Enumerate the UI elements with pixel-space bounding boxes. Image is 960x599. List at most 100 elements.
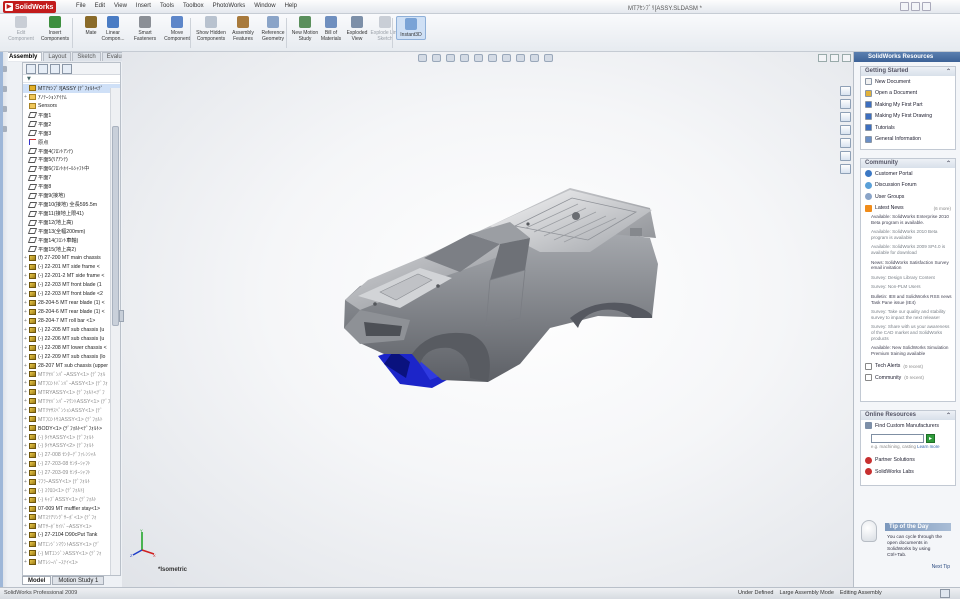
news-item[interactable]: Survey: Share with us your awareness of … bbox=[871, 324, 952, 341]
tree-item[interactable]: Sensors bbox=[23, 102, 120, 111]
find-manufacturers-item[interactable]: Find Custom Manufacturers bbox=[861, 420, 955, 432]
tree-item[interactable]: + (-) ﾀｲﾔASSY<2> (ﾃﾞﾌｫﾙﾄ bbox=[23, 442, 120, 451]
tab-layout[interactable]: Layout bbox=[43, 52, 72, 61]
tree-item[interactable]: 平面4(ﾌﾛﾝﾄｱﾝﾃ) bbox=[23, 147, 120, 156]
display-style-icon[interactable] bbox=[488, 54, 497, 62]
menu-tools[interactable]: Tools bbox=[160, 3, 174, 9]
tree-item[interactable]: 平面11(接地上限41) bbox=[23, 209, 120, 218]
tool-insert-components[interactable]: Insert Components bbox=[40, 16, 70, 42]
section-header[interactable]: Community ⌃ bbox=[861, 159, 955, 168]
tree-filter[interactable]: ▼ bbox=[23, 75, 120, 83]
expand-toggle-icon[interactable]: + bbox=[23, 300, 28, 306]
view-palette-icon[interactable] bbox=[840, 138, 851, 148]
community-news-item[interactable]: Community (0 recent) bbox=[861, 372, 955, 384]
getting-started-making-my-first-part[interactable]: Making My First Part bbox=[861, 99, 955, 111]
file-explorer-icon[interactable] bbox=[840, 112, 851, 122]
tree-item[interactable]: 平面10(接地) 全長595.5m bbox=[23, 200, 120, 209]
tree-item[interactable]: + MTｻｰﾎﾞｾｲﾊﾞｰASSY<1> bbox=[23, 522, 120, 531]
section-header[interactable]: Getting Started ⌃ bbox=[861, 67, 955, 76]
tree-item[interactable]: + (-) 22-201 MT side frame < bbox=[23, 263, 120, 272]
community-user-groups[interactable]: User Groups bbox=[861, 191, 955, 203]
solidworks-logo[interactable]: ▶ SolidWorks bbox=[3, 1, 57, 13]
menu-photoworks[interactable]: PhotoWorks bbox=[213, 3, 246, 9]
panel-splitter[interactable] bbox=[119, 310, 124, 322]
apply-scene-icon[interactable] bbox=[530, 54, 539, 62]
zoom-area-icon[interactable] bbox=[432, 54, 441, 62]
expand-toggle-icon[interactable]: + bbox=[23, 506, 28, 512]
section-view-icon[interactable] bbox=[460, 54, 469, 62]
expand-toggle-icon[interactable]: + bbox=[23, 380, 28, 386]
partner-solutions-item[interactable]: Partner Solutions bbox=[861, 455, 955, 467]
feature-tree-tab-icon[interactable] bbox=[26, 64, 36, 74]
expand-toggle-icon[interactable]: + bbox=[23, 398, 28, 404]
expand-toggle-icon[interactable]: + bbox=[23, 273, 28, 279]
expand-toggle-icon[interactable]: + bbox=[23, 282, 28, 288]
tree-item[interactable]: + (f) 27-200 MT main chassis bbox=[23, 254, 120, 263]
expand-toggle-icon[interactable]: + bbox=[23, 488, 28, 494]
tool-linear-compon[interactable]: Linear Compon... bbox=[98, 16, 128, 42]
tree-item[interactable]: + MTﾚｼｰﾊﾞｰｽﾃｲ<1> bbox=[23, 558, 120, 567]
expand-toggle-icon[interactable]: + bbox=[23, 541, 28, 547]
tree-item[interactable]: + MTｽﾃｱﾘﾝｸﾞｻｰﾎﾞ<1> (ﾃﾞﾌｫ bbox=[23, 513, 120, 522]
getting-started-tutorials[interactable]: Tutorials bbox=[861, 122, 955, 134]
tree-item[interactable]: + MTｴﾝｼﾞﾝﾏｳﾝﾄASSY<1> (ﾃﾞ bbox=[23, 540, 120, 549]
tree-item[interactable]: + (-) 27-2104 D90cPut Tank bbox=[23, 531, 120, 540]
expand-toggle-icon[interactable]: + bbox=[23, 291, 28, 297]
tree-item[interactable]: + ﾏﾌﾗｰASSY<1> (ﾃﾞﾌｫﾙﾄ bbox=[23, 477, 120, 486]
expand-toggle-icon[interactable]: + bbox=[23, 371, 28, 377]
tab-motion-study-1[interactable]: Motion Study 1 bbox=[52, 576, 105, 585]
tree-item[interactable]: 原点 bbox=[23, 138, 120, 147]
view-settings-icon[interactable] bbox=[544, 54, 553, 62]
collapse-icon[interactable]: ⌃ bbox=[946, 412, 951, 419]
tab-model[interactable]: Model bbox=[22, 576, 52, 585]
tree-item[interactable]: +28-207 MT sub chassis (upper bbox=[23, 361, 120, 370]
expand-toggle-icon[interactable]: + bbox=[23, 416, 28, 422]
menu-help[interactable]: Help bbox=[285, 3, 297, 9]
tool-smart-fasteners[interactable]: Smart Fasteners bbox=[130, 16, 160, 42]
news-item[interactable]: Available: SolidWorks 2010 Beta program … bbox=[871, 229, 952, 240]
menu-insert[interactable]: Insert bbox=[136, 3, 151, 9]
search-icon[interactable] bbox=[840, 125, 851, 135]
tool-assembly-features[interactable]: Assembly Features bbox=[228, 16, 258, 42]
news-item[interactable]: Available: SolidWorks Enterprise 2010 Be… bbox=[871, 214, 952, 225]
tree-item[interactable]: MTｱｾﾝﾌﾞﾘ[ASSY (ﾃﾞﾌｫﾙﾄ<ﾃﾞ bbox=[23, 84, 120, 93]
tree-item[interactable]: + MTﾘﾔﾊﾞﾝﾊﾟｰASSY<1> (ﾃﾞﾌｫﾙ bbox=[23, 370, 120, 379]
search-go-button[interactable]: ▸ bbox=[926, 433, 935, 443]
expand-toggle-icon[interactable]: + bbox=[23, 336, 28, 342]
help-icon[interactable] bbox=[940, 589, 950, 598]
expand-toggle-icon[interactable]: + bbox=[23, 434, 28, 440]
tree-item[interactable]: + (-) 22-205 MT sub chassis (u bbox=[23, 325, 120, 334]
expand-toggle-icon[interactable]: + bbox=[23, 264, 28, 270]
getting-started-making-my-first-drawing[interactable]: Making My First Drawing bbox=[861, 111, 955, 123]
tree-item[interactable]: +07-009 MT muffler stay<1> bbox=[23, 504, 120, 513]
viewport-close-icon[interactable] bbox=[842, 54, 851, 62]
expand-toggle-icon[interactable]: + bbox=[23, 407, 28, 413]
expand-toggle-icon[interactable]: + bbox=[23, 443, 28, 449]
tree-item[interactable]: + (-) 22-208 MT lower chassis < bbox=[23, 343, 120, 352]
tree-item[interactable]: 平面15(地上高2) bbox=[23, 245, 120, 254]
tree-item[interactable]: + (-) 22-203 MT front blade (1 bbox=[23, 281, 120, 290]
previous-view-icon[interactable] bbox=[446, 54, 455, 62]
tree-item[interactable]: + (-) 27-203-09 ｾﾝﾀｰｼｬﾌﾄ bbox=[23, 468, 120, 477]
solidworks-resources-icon[interactable] bbox=[840, 86, 851, 96]
latest-news-item[interactable]: Latest News (6 more) bbox=[861, 203, 955, 215]
news-item[interactable]: Survey: Design Library Content bbox=[871, 275, 952, 281]
expand-toggle-icon[interactable]: + bbox=[23, 363, 28, 369]
tree-item[interactable]: 平面3 bbox=[23, 129, 120, 138]
tree-item[interactable]: + (-) ﾀｲﾔASSY<1> (ﾃﾞﾌｫﾙﾄ bbox=[23, 433, 120, 442]
next-tip-link[interactable]: Next Tip bbox=[932, 564, 950, 570]
news-item[interactable]: Available: SolidWorks 2009 SP4.0 is avai… bbox=[871, 244, 952, 255]
tab-sketch[interactable]: Sketch bbox=[72, 52, 101, 61]
tree-item[interactable]: +28-204-6 MT rear blade (1) < bbox=[23, 307, 120, 316]
community-discussion-forum[interactable]: Discussion Forum bbox=[861, 180, 955, 192]
news-item[interactable]: News: SolidWorks Satisfaction Survey ema… bbox=[871, 260, 952, 271]
getting-started-general-information[interactable]: General Information bbox=[861, 134, 955, 146]
expand-toggle-icon[interactable]: + bbox=[23, 255, 28, 261]
tool-exploded-view[interactable]: Exploded View bbox=[342, 16, 372, 42]
appearances-icon[interactable] bbox=[840, 151, 851, 161]
tree-item[interactable]: + MTﾌﾛﾝﾄﾊﾞﾝﾊﾟｰASSY<1> (ﾃﾞﾌｫ bbox=[23, 379, 120, 388]
section-header[interactable]: Online Resources ⌃ bbox=[861, 411, 955, 420]
expand-toggle-icon[interactable]: + bbox=[23, 389, 28, 395]
display-manager-tab-icon[interactable] bbox=[62, 64, 72, 74]
tree-item[interactable]: 平面5(ﾘｱｱﾝﾃ) bbox=[23, 156, 120, 165]
